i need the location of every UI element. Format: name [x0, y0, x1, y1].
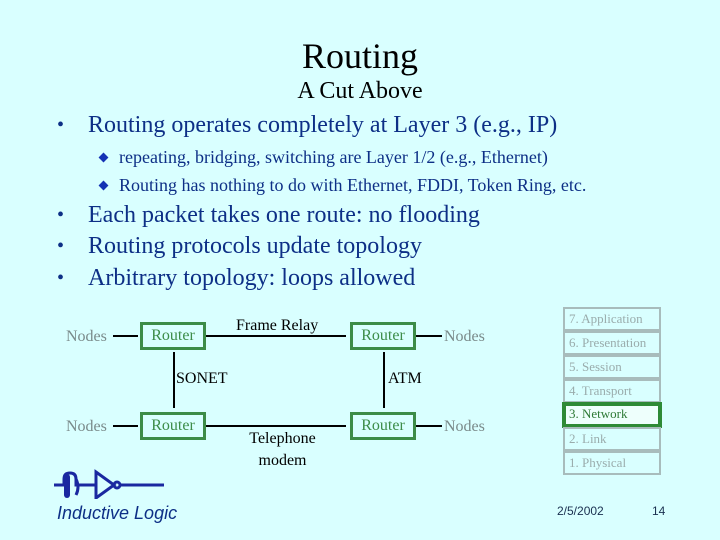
bullet-text: Each packet takes one route: no flooding — [88, 202, 480, 228]
slide-title: Routing — [301, 36, 418, 76]
router-top-left: Router — [140, 322, 206, 350]
bullet-text: Arbitrary topology: loops allowed — [88, 265, 416, 291]
osi-layer-3-highlighted: 3. Network — [562, 402, 662, 428]
telephone-modem-line — [206, 425, 346, 427]
osi-layer-5: 5. Session — [563, 355, 661, 379]
bullet-2: • Each packet takes one route: no floodi… — [57, 201, 657, 229]
nodes-label: Nodes — [66, 418, 107, 435]
link-line — [113, 425, 138, 427]
atm-label: ATM — [388, 370, 422, 387]
sub-bullet-2: Routing has nothing to do with Ethernet,… — [98, 174, 698, 196]
nodes-label: Nodes — [444, 328, 485, 345]
osi-layer-1: 1. Physical — [563, 451, 661, 475]
bullet-dot-icon: • — [57, 114, 65, 136]
router-bottom-right: Router — [350, 412, 416, 440]
link-line — [113, 335, 138, 337]
logo-text: Inductive Logic — [57, 503, 178, 523]
nodes-label: Nodes — [444, 418, 485, 435]
bullet-dot-icon: • — [57, 267, 65, 289]
diamond-bullet-icon — [98, 152, 109, 163]
bullet-4: • Arbitrary topology: loops allowed — [57, 264, 657, 292]
sonet-line — [173, 352, 175, 408]
frame-relay-label: Frame Relay — [236, 317, 319, 334]
sub-bullet-text: Routing has nothing to do with Ethernet,… — [119, 175, 587, 195]
router-bottom-left: Router — [140, 412, 206, 440]
diamond-bullet-icon — [98, 180, 109, 191]
bullet-dot-icon: • — [57, 204, 65, 226]
osi-layer-2: 2. Link — [563, 427, 661, 451]
telephone-modem-label: Telephone modem — [240, 430, 325, 470]
sub-bullet-text: repeating, bridging, switching are Layer… — [119, 147, 548, 167]
bullet-1: • Routing operates completely at Layer 3… — [57, 111, 657, 139]
sub-bullet-1: repeating, bridging, switching are Layer… — [98, 146, 698, 168]
bullet-text: Routing operates completely at Layer 3 (… — [88, 112, 558, 138]
osi-layer-4: 4. Transport — [563, 379, 661, 403]
router-top-right: Router — [350, 322, 416, 350]
telephone-label-line2: modem — [258, 452, 307, 469]
frame-relay-line — [206, 335, 346, 337]
sonet-label: SONET — [176, 370, 228, 387]
osi-layer-7: 7. Application — [563, 307, 661, 331]
bullet-dot-icon: • — [57, 235, 65, 257]
bullet-text: Routing protocols update topology — [88, 233, 422, 259]
footer-date: 2/5/2002 — [557, 504, 604, 518]
nodes-label: Nodes — [66, 328, 107, 345]
page-number: 14 — [652, 504, 666, 518]
bullet-3: • Routing protocols update topology — [57, 232, 657, 260]
osi-layer-6: 6. Presentation — [563, 331, 661, 355]
atm-line — [383, 352, 385, 408]
slide-subtitle: A Cut Above — [297, 78, 423, 104]
telephone-label-line1: Telephone — [249, 430, 316, 447]
inductive-logic-logo-icon — [52, 467, 172, 501]
